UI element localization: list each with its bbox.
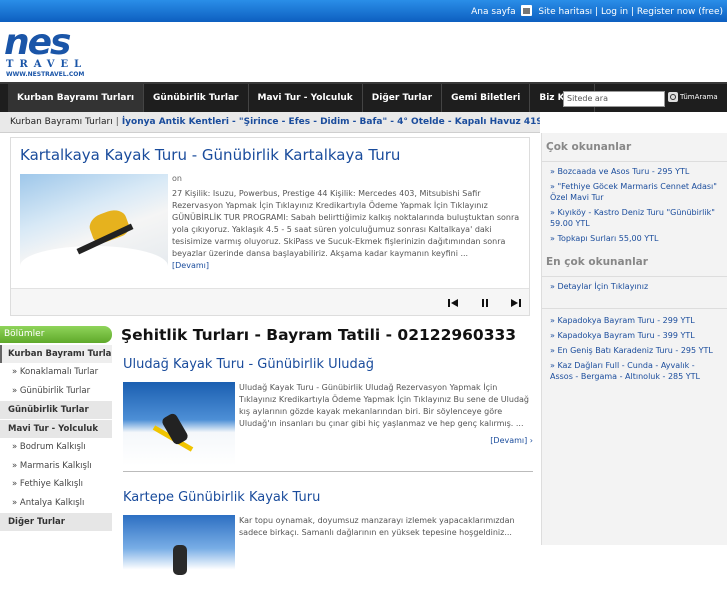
list-item[interactable]: » Kıyıköy - Kastro Deniz Turu "Günübirli… bbox=[550, 207, 719, 229]
article-image[interactable] bbox=[123, 515, 235, 599]
menu-subitem[interactable]: » Antalya Kalkışlı bbox=[0, 494, 112, 513]
divider bbox=[542, 276, 727, 277]
list-item[interactable]: » Topkapı Surları 55,00 YTL bbox=[550, 233, 719, 244]
logo-url: WWW.NESTRAVEL.COM bbox=[6, 71, 85, 78]
divider bbox=[542, 308, 727, 309]
divider bbox=[123, 471, 533, 472]
nav-item-diger[interactable]: Diğer Turlar bbox=[363, 84, 443, 112]
top-read-list: » Detaylar İçin Tıklayınız bbox=[546, 281, 723, 292]
breadcrumb-item[interactable]: Kurban Bayramı Turları bbox=[10, 117, 113, 127]
section-title: Şehitlik Turları - Bayram Tatili - 02122… bbox=[121, 326, 517, 344]
featured-text: 27 Kişilik: Isuzu, Powerbus, Prestige 44… bbox=[172, 188, 521, 272]
logo-brand: nes bbox=[4, 22, 71, 63]
snowboarder-shape bbox=[160, 412, 190, 446]
sitemap-link[interactable]: Site haritası bbox=[538, 7, 592, 17]
sections-title: Bölümler bbox=[0, 326, 112, 343]
article-text: Uludağ Kayak Turu - Günübirlik Uludağ Re… bbox=[239, 383, 530, 428]
search-icon[interactable] bbox=[668, 92, 678, 102]
list-item[interactable]: » En Geniş Batı Karadeniz Turu - 295 YTL bbox=[550, 345, 719, 356]
next-icon[interactable] bbox=[510, 297, 522, 309]
search-input[interactable]: Sitede ara bbox=[563, 91, 665, 107]
news-ticker[interactable]: İyonya Antik Kentleri - "Şirince - Efes … bbox=[122, 117, 540, 127]
divider bbox=[542, 161, 727, 162]
register-link[interactable]: Register now (free) bbox=[637, 7, 723, 17]
main-nav: Kurban Bayramı Turları Günübirlik Turlar… bbox=[0, 82, 727, 112]
article-post: Uludağ Kayak Turu - Günübirlik Uludağ Ul… bbox=[123, 357, 533, 472]
other-list: » Kapadokya Bayram Turu - 299 YTL » Kapa… bbox=[546, 315, 723, 382]
nav-item-gunubirlik[interactable]: Günübirlik Turlar bbox=[144, 84, 249, 112]
search-button[interactable]: TümArama bbox=[668, 92, 718, 102]
list-item[interactable]: » Bozcaada ve Asos Turu - 295 YTL bbox=[550, 166, 719, 177]
breadcrumb-separator: | bbox=[115, 117, 119, 127]
top-read-title: En çok okunanlar bbox=[546, 256, 648, 268]
most-read-list: » Bozcaada ve Asos Turu - 295 YTL » "Fet… bbox=[546, 166, 723, 244]
featured-more-link[interactable]: [Devamı] bbox=[172, 261, 209, 270]
article-title[interactable]: Kartepe Günübirlik Kayak Turu bbox=[123, 490, 533, 505]
featured-date: on bbox=[172, 174, 182, 183]
nav-item-gemi[interactable]: Gemi Biletleri bbox=[442, 84, 531, 112]
list-item[interactable]: » Kapadokya Bayram Turu - 299 YTL bbox=[550, 315, 719, 326]
header: nes TRAVEL WWW.NESTRAVEL.COM bbox=[0, 22, 727, 82]
top-bar: Ana sayfa Site haritası | Log in | Regis… bbox=[0, 0, 727, 22]
featured-image[interactable] bbox=[20, 174, 168, 284]
menu-item[interactable]: Diğer Turlar bbox=[0, 513, 112, 531]
menu-item[interactable]: Günübirlik Turlar bbox=[0, 401, 112, 419]
list-item[interactable]: » Kaz Dağları Full - Cunda - Ayvalık - A… bbox=[550, 360, 719, 382]
home-icon[interactable] bbox=[521, 5, 533, 16]
menu-subitem[interactable]: » Bodrum Kalkışlı bbox=[0, 438, 112, 457]
nav-item-mavi-tur[interactable]: Mavi Tur - Yolculuk bbox=[249, 84, 363, 112]
home-link[interactable]: Ana sayfa bbox=[471, 7, 515, 17]
article-text: Kar topu oynamak, doyumsuz manzarayı izl… bbox=[239, 516, 515, 537]
article-more-link[interactable]: [Devamı] › bbox=[490, 436, 533, 445]
nav-items: Kurban Bayramı Turları Günübirlik Turlar… bbox=[8, 84, 596, 112]
left-sidebar: Bölümler Kurban Bayramı Turları » Konakl… bbox=[0, 326, 112, 545]
article-title[interactable]: Uludağ Kayak Turu - Günübirlik Uludağ bbox=[123, 357, 533, 372]
right-sidebar: Çok okunanlar » Bozcaada ve Asos Turu - … bbox=[541, 133, 727, 545]
menu-subitem[interactable]: » Fethiye Kalkışlı bbox=[0, 475, 112, 494]
search-button-label[interactable]: TümArama bbox=[680, 93, 718, 101]
separator: | bbox=[595, 7, 599, 17]
list-item[interactable]: » "Fethiye Göcek Marmaris Cennet Adası" … bbox=[550, 181, 719, 203]
top-links: Ana sayfa Site haritası | Log in | Regis… bbox=[471, 5, 723, 17]
breadcrumb: Kurban Bayramı Turları | İyonya Antik Kent… bbox=[0, 112, 540, 133]
article-image[interactable] bbox=[123, 382, 235, 466]
snow-shape bbox=[20, 246, 168, 284]
skier-shape bbox=[173, 545, 187, 575]
menu-subitem[interactable]: » Konaklamalı Turlar bbox=[0, 363, 112, 382]
featured-slider: Kartalkaya Kayak Turu - Günübirlik Karta… bbox=[10, 137, 530, 316]
site-logo[interactable]: nes TRAVEL WWW.NESTRAVEL.COM bbox=[4, 22, 104, 78]
separator: | bbox=[630, 7, 634, 17]
menu-subitem[interactable]: » Marmaris Kalkışlı bbox=[0, 457, 112, 476]
nav-item-kurban[interactable]: Kurban Bayramı Turları bbox=[8, 84, 145, 112]
menu-item[interactable]: Kurban Bayramı Turları bbox=[0, 345, 112, 363]
pause-icon[interactable] bbox=[479, 297, 491, 309]
article-post: Kartepe Günübirlik Kayak Turu Kar topu o… bbox=[123, 490, 533, 599]
menu-item[interactable]: Mavi Tur - Yolculuk bbox=[0, 420, 112, 438]
featured-title[interactable]: Kartalkaya Kayak Turu - Günübirlik Karta… bbox=[20, 146, 400, 164]
logo-travel: TRAVEL bbox=[6, 59, 88, 70]
list-item[interactable]: » Detaylar İçin Tıklayınız bbox=[550, 281, 719, 292]
list-item[interactable]: » Kapadokya Bayram Turu - 399 YTL bbox=[550, 330, 719, 341]
slider-controls bbox=[11, 288, 529, 315]
login-link[interactable]: Log in bbox=[601, 7, 628, 17]
previous-icon[interactable] bbox=[447, 297, 459, 309]
menu-subitem[interactable]: » Günübirlik Turlar bbox=[0, 382, 112, 401]
most-read-title: Çok okunanlar bbox=[546, 141, 632, 153]
featured-body: 27 Kişilik: Isuzu, Powerbus, Prestige 44… bbox=[172, 189, 520, 258]
